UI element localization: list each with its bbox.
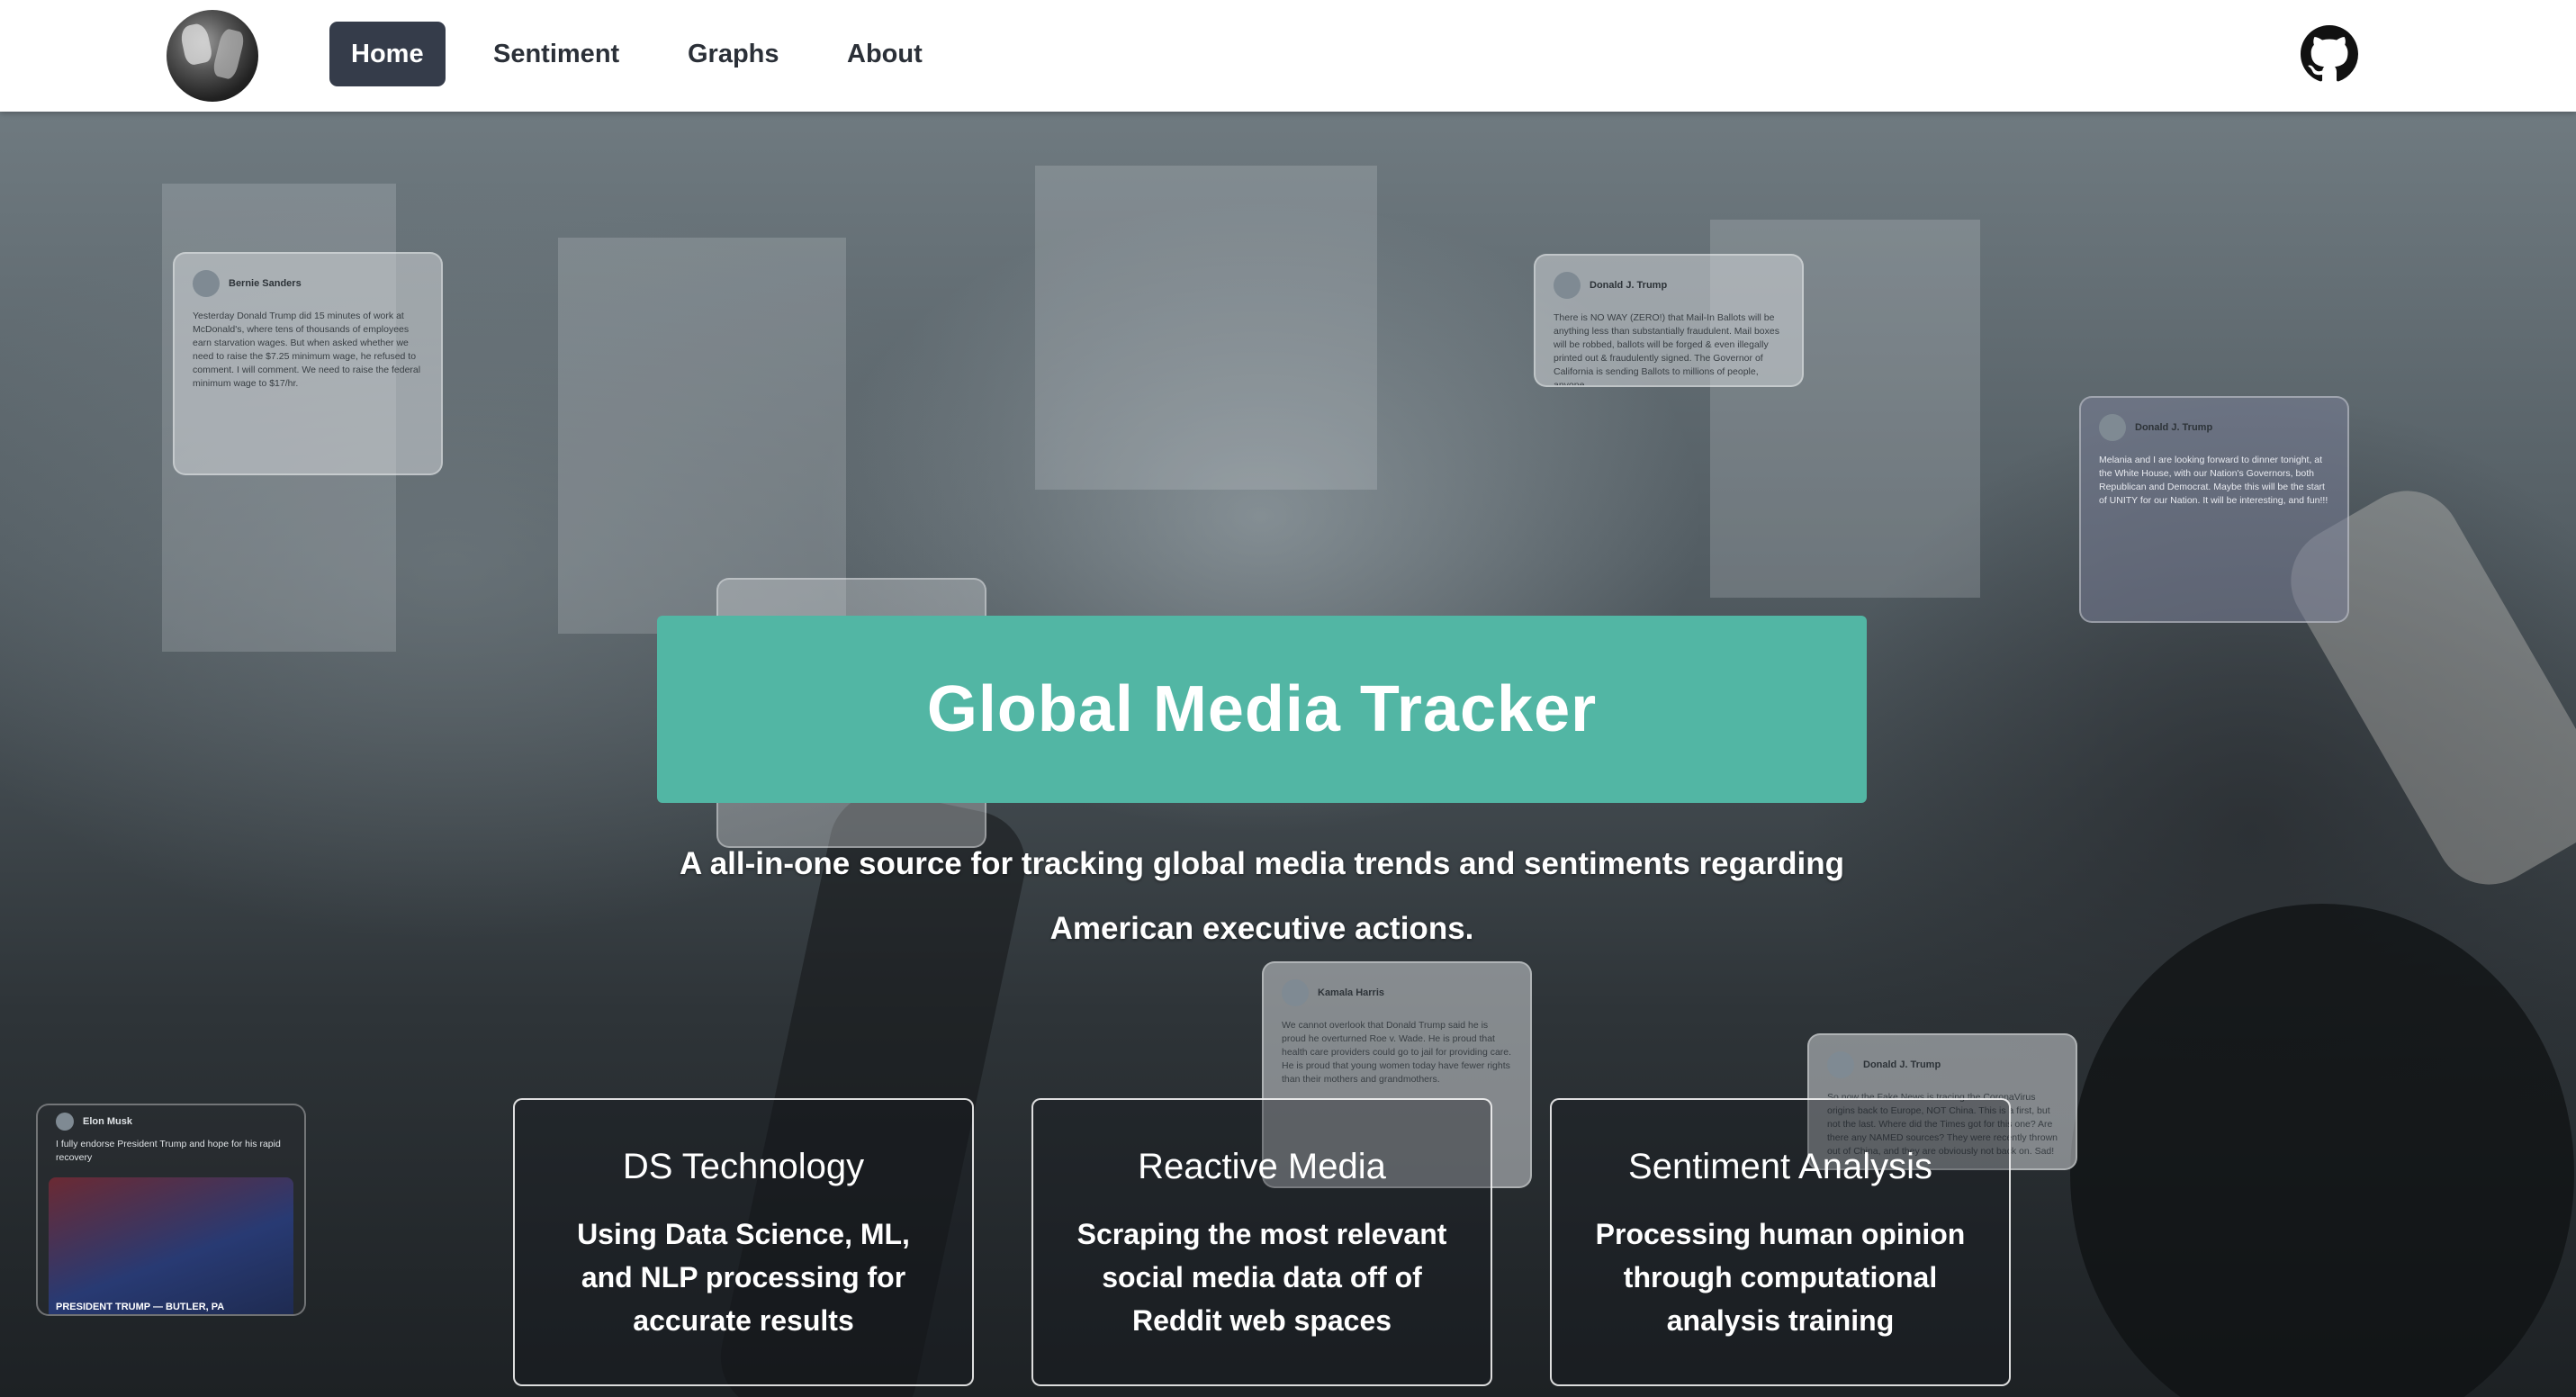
feature-card-title: DS Technology (622, 1147, 865, 1186)
background-building (1035, 166, 1377, 490)
feature-card-text: Scraping the most relevant social media … (1076, 1218, 1447, 1337)
avatar (56, 1113, 74, 1131)
avatar (2099, 414, 2126, 441)
avatar (1282, 979, 1309, 1006)
feature-card-title: Reactive Media (1138, 1147, 1386, 1186)
feature-card-text: Processing human opinion through computa… (1595, 1218, 1966, 1337)
site-logo[interactable] (167, 10, 258, 102)
hero-section: Bernie Sanders Yesterday Donald Trump di… (0, 112, 2576, 1397)
tweet-card: Bernie Sanders Yesterday Donald Trump di… (173, 252, 443, 475)
background-person (2070, 904, 2574, 1397)
tweet-card: Donald J. Trump Melania and I are lookin… (2079, 396, 2349, 623)
page-title: Global Media Tracker (926, 673, 1598, 745)
feature-card-sentiment-analysis: Sentiment Analysis Processing human opin… (1550, 1098, 2011, 1386)
nav-graphs[interactable]: Graphs (666, 22, 801, 86)
nav-sentiment[interactable]: Sentiment (472, 22, 641, 86)
tweet-photo: PRESIDENT TRUMP — BUTLER, PA (49, 1177, 293, 1314)
page-subtitle: A all-in-one source for tracking global … (680, 846, 1844, 946)
feature-card-ds-technology: DS Technology Using Data Science, ML, an… (513, 1098, 974, 1386)
feature-card-reactive-media: Reactive Media Scraping the most relevan… (1031, 1098, 1492, 1386)
tweet-card: Elon Musk I fully endorse President Trum… (36, 1104, 306, 1316)
github-icon[interactable] (2301, 25, 2358, 83)
nav-home[interactable]: Home (329, 22, 446, 86)
avatar (1554, 272, 1581, 299)
navbar: Home Sentiment Graphs About (0, 0, 2576, 112)
title-banner: Global Media Tracker (657, 616, 1867, 803)
avatar (193, 270, 220, 297)
feature-card-title: Sentiment Analysis (1628, 1147, 1932, 1186)
avatar (1827, 1051, 1854, 1078)
tweet-card: Donald J. Trump There is NO WAY (ZERO!) … (1534, 254, 1804, 387)
background-building (558, 238, 846, 634)
feature-card-text: Using Data Science, ML, and NLP processi… (577, 1218, 910, 1337)
nav-about[interactable]: About (825, 22, 944, 86)
